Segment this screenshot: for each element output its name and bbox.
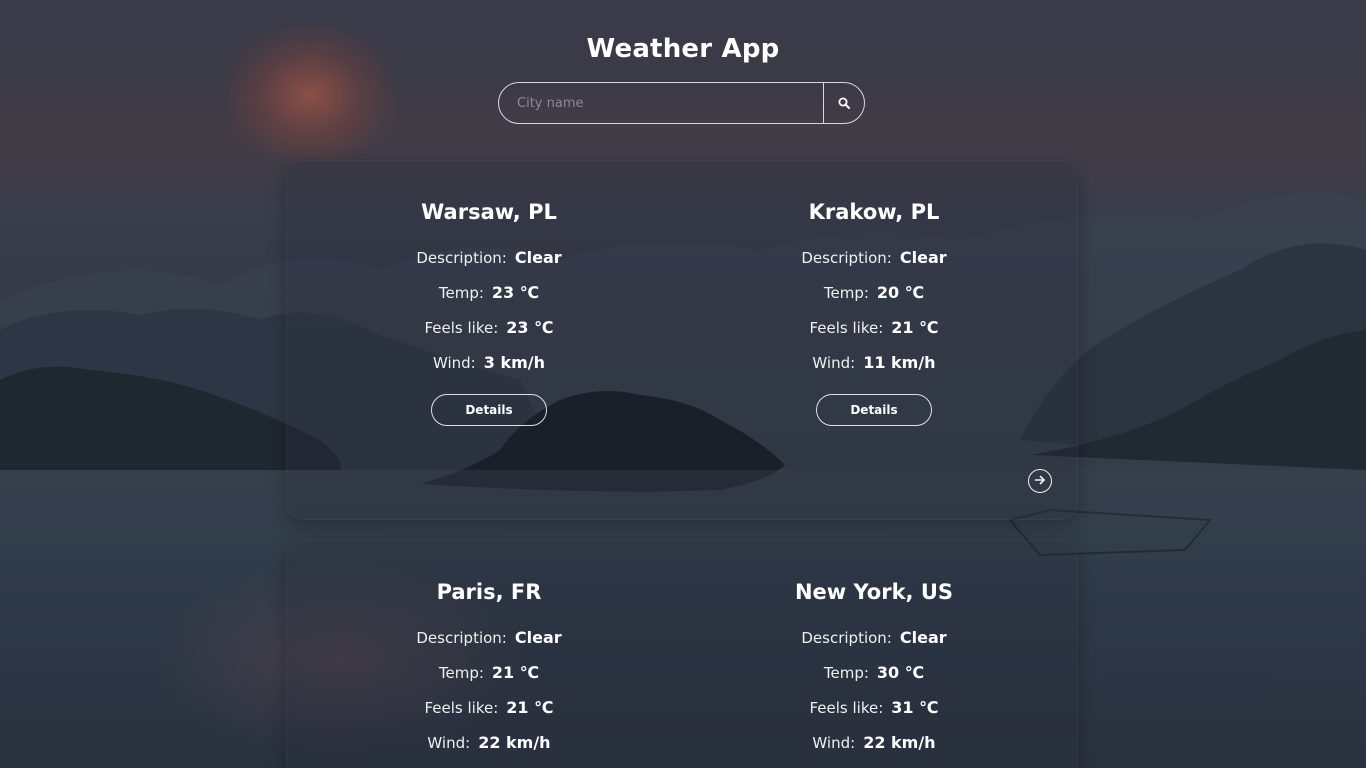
city-search-input[interactable] xyxy=(499,83,823,123)
temp-label: Temp: xyxy=(438,284,484,302)
details-button[interactable]: Details xyxy=(816,394,932,426)
app-title: Weather App xyxy=(586,34,780,64)
description-value: Clear xyxy=(514,628,562,647)
feels-like-value: 21 ℃ xyxy=(506,698,554,717)
search-icon xyxy=(838,94,850,113)
search-button[interactable] xyxy=(823,83,864,123)
description-label: Description: xyxy=(416,629,507,647)
feels-like-label: Feels like: xyxy=(424,699,499,717)
temp-label: Temp: xyxy=(823,284,869,302)
temp-value: 23 ℃ xyxy=(491,283,540,302)
temp-row: Temp: 21 ℃ xyxy=(339,655,639,690)
feels-like-value: 23 ℃ xyxy=(506,318,554,337)
feels-like-row: Feels like: 21 ℃ xyxy=(339,690,639,725)
wind-label: Wind: xyxy=(427,734,471,752)
description-row: Description: Clear xyxy=(339,620,639,655)
description-row: Description: Clear xyxy=(724,240,1024,275)
feels-like-row: Feels like: 31 ℃ xyxy=(724,690,1024,725)
description-value: Clear xyxy=(899,248,947,267)
description-label: Description: xyxy=(416,249,507,267)
description-label: Description: xyxy=(801,629,892,647)
arrow-right-circle-icon xyxy=(1033,472,1047,491)
temp-value: 21 ℃ xyxy=(491,663,540,682)
temp-label: Temp: xyxy=(823,664,869,682)
description-value: Clear xyxy=(514,248,562,267)
feels-like-label: Feels like: xyxy=(424,319,499,337)
city-name: New York, US xyxy=(794,580,954,604)
city-card-warsaw: Warsaw, PL Description: Clear Temp: 23 ℃ F… xyxy=(339,197,639,426)
city-card-paris: Paris, FR Description: Clear Temp: 21 ℃ Fe… xyxy=(339,577,639,760)
wind-label: Wind: xyxy=(812,734,856,752)
temp-row: Temp: 20 ℃ xyxy=(724,275,1024,310)
city-card-krakow: Krakow, PL Description: Clear Temp: 20 ℃ F… xyxy=(724,197,1024,426)
feels-like-label: Feels like: xyxy=(809,699,884,717)
feels-like-row: Feels like: 23 ℃ xyxy=(339,310,639,345)
feels-like-row: Feels like: 21 ℃ xyxy=(724,310,1024,345)
description-row: Description: Clear xyxy=(339,240,639,275)
feels-like-label: Feels like: xyxy=(809,319,884,337)
wind-row: Wind: 3 km/h xyxy=(339,345,639,380)
description-label: Description: xyxy=(801,249,892,267)
city-name: Krakow, PL xyxy=(808,200,940,224)
wind-row: Wind: 11 km/h xyxy=(724,345,1024,380)
temp-label: Temp: xyxy=(438,664,484,682)
wind-row: Wind: 22 km/h xyxy=(724,725,1024,760)
details-button[interactable]: Details xyxy=(431,394,547,426)
wind-label: Wind: xyxy=(812,354,856,372)
search-bar xyxy=(498,82,865,124)
city-card-new-york: New York, US Description: Clear Temp: 30 ℃… xyxy=(724,577,1024,760)
temp-value: 20 ℃ xyxy=(876,283,925,302)
feels-like-value: 31 ℃ xyxy=(891,698,939,717)
description-value: Clear xyxy=(899,628,947,647)
city-name: Paris, FR xyxy=(436,580,542,604)
temp-row: Temp: 30 ℃ xyxy=(724,655,1024,690)
next-page-button[interactable] xyxy=(1028,469,1052,493)
city-name: Warsaw, PL xyxy=(421,200,557,224)
wind-value: 22 km/h xyxy=(478,733,551,752)
wind-value: 11 km/h xyxy=(863,353,936,372)
feels-like-value: 21 ℃ xyxy=(891,318,939,337)
wind-value: 3 km/h xyxy=(483,353,545,372)
wind-value: 22 km/h xyxy=(863,733,936,752)
description-row: Description: Clear xyxy=(724,620,1024,655)
temp-row: Temp: 23 ℃ xyxy=(339,275,639,310)
wind-row: Wind: 22 km/h xyxy=(339,725,639,760)
temp-value: 30 ℃ xyxy=(876,663,925,682)
wind-label: Wind: xyxy=(432,354,476,372)
